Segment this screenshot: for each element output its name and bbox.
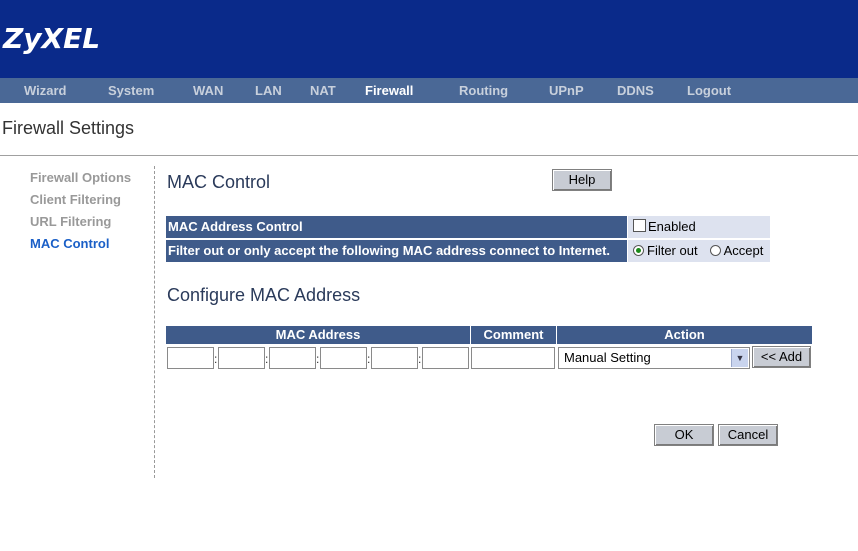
mac-octet-6-input[interactable] [422,347,469,369]
top-nav: Wizard System WAN LAN NAT Firewall Routi… [0,78,858,103]
nav-wan[interactable]: WAN [193,83,223,98]
sidebar-item-firewall-options[interactable]: Firewall Options [30,170,131,185]
enabled-label: Enabled [648,219,696,234]
sidebar-item-url-filtering[interactable]: URL Filtering [30,214,111,229]
comment-input[interactable] [471,347,555,369]
accept-label: Accept [723,243,764,258]
filter-out-radio[interactable] [633,245,644,256]
enabled-checkbox[interactable] [633,219,646,232]
page-title: Firewall Settings [2,118,135,138]
mac-octet-5-input[interactable] [371,347,418,369]
cancel-button[interactable]: Cancel [718,424,778,446]
nav-nat[interactable]: NAT [310,83,336,98]
mac-control-title: MAC Control [167,172,271,192]
nav-lan[interactable]: LAN [255,83,282,98]
nav-ddns[interactable]: DDNS [617,83,654,98]
mac-separator: : [265,352,269,366]
sidebar-divider [154,166,155,478]
mac-octet-1-input[interactable] [167,347,214,369]
sidebar-item-mac-control[interactable]: MAC Control [30,236,109,251]
filter-mode-label: Filter out or only accept the following … [166,240,627,262]
filter-mode-cell: Filter out Accept [628,240,770,262]
mac-octet-2-input[interactable] [218,347,265,369]
mac-separator: : [316,352,320,366]
mac-separator: : [418,352,422,366]
filter-out-label: Filter out [647,243,698,258]
accept-radio[interactable] [709,245,721,256]
nav-upnp[interactable]: UPnP [549,83,584,98]
comment-header: Comment [471,326,556,344]
ok-button[interactable]: OK [654,424,714,446]
enabled-cell: Enabled [628,216,770,238]
mac-octet-3-input[interactable] [269,347,316,369]
action-select-value: Manual Setting [564,350,651,365]
header-banner: ZyXEL [0,0,858,78]
sidebar-item-client-filtering[interactable]: Client Filtering [30,192,121,207]
mac-address-control-row: MAC Address Control Enabled [166,216,770,238]
mac-address-control-label: MAC Address Control [166,216,627,238]
action-select[interactable]: Manual Setting ▼ [558,347,750,369]
filter-mode-row: Filter out or only accept the following … [166,240,770,262]
add-button[interactable]: << Add [752,346,811,368]
action-header: Action [557,326,812,344]
zyxel-logo: ZyXEL [3,22,101,55]
configure-mac-title: Configure MAC Address [167,285,361,305]
mac-address-header: MAC Address [166,326,470,344]
mac-octet-4-input[interactable] [320,347,367,369]
help-button[interactable]: Help [552,169,612,191]
nav-firewall[interactable]: Firewall [365,83,413,98]
title-divider [0,155,858,156]
chevron-down-icon[interactable]: ▼ [731,349,748,367]
nav-routing[interactable]: Routing [459,83,508,98]
mac-separator: : [214,352,218,366]
nav-logout[interactable]: Logout [687,83,731,98]
mac-separator: : [367,352,371,366]
nav-system[interactable]: System [108,83,154,98]
nav-wizard[interactable]: Wizard [24,83,67,98]
